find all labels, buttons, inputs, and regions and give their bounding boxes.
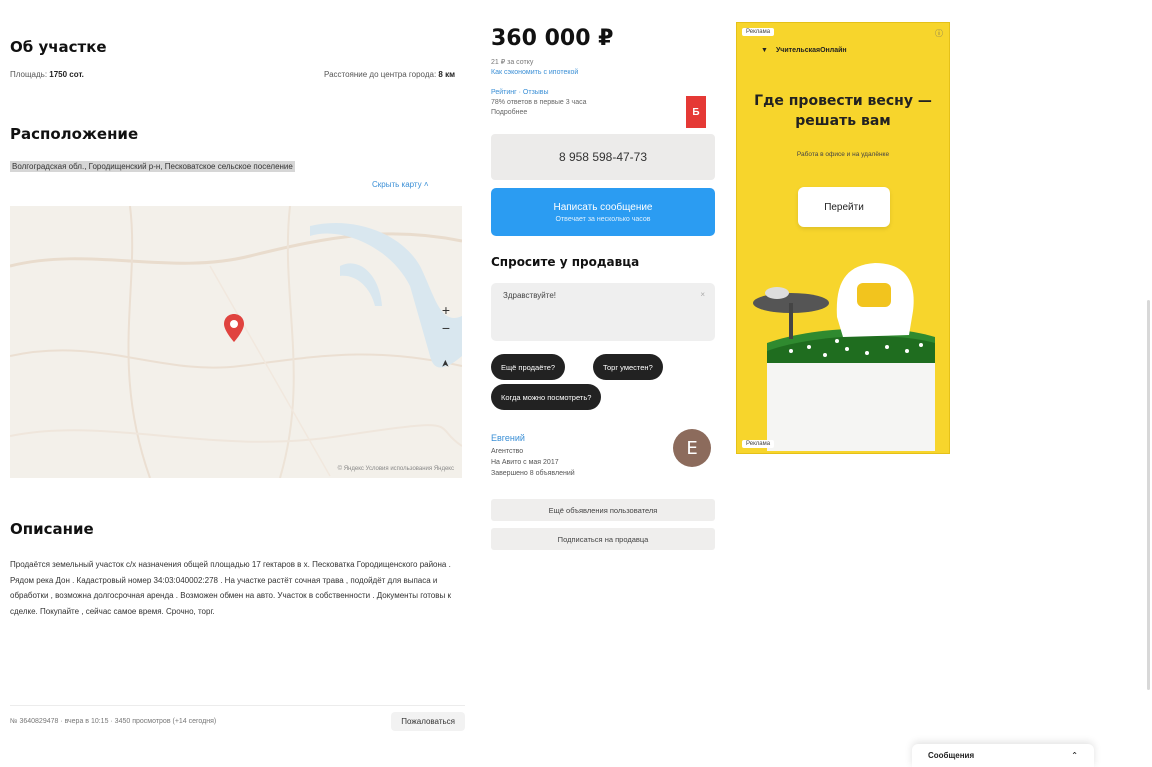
badge-icon: Б [686,96,706,128]
seller-name[interactable]: Евгений [491,433,525,443]
about-params: Площадь: 1750 сот. Расстояние до центра … [10,70,455,79]
write-message-button[interactable]: Написать сообщение Отвечает за несколько… [491,188,715,236]
distance-value: 8 км [438,70,455,79]
quick-question-still-selling[interactable]: Ещё продаёте? [491,354,566,380]
zoom-out-button[interactable]: − [442,320,450,336]
listing-meta: № 3640829478 · вчера в 10:15 · 3450 прос… [10,718,217,725]
description-text: Продаётся земельный участок с/х назначен… [10,560,451,616]
seller-since: На Авито с мая 2017 [491,459,559,466]
info-icon[interactable]: ⓘ [935,28,943,39]
about-title: Об участке [10,38,107,56]
clear-icon[interactable]: × [700,290,705,299]
listing-footer: № 3640829478 · вчера в 10:15 · 3450 прос… [10,705,465,737]
quick-question-viewing[interactable]: Когда можно посмотреть? [491,384,602,410]
rating-link[interactable]: Рейтинг · Отзывы [491,88,671,98]
response-rate: 78% ответов в первые 3 часа [491,99,587,106]
brand-logo-icon: ▼ [761,47,768,54]
chevron-up-icon: ˄ [423,180,429,189]
ad-brand-name: УчительскаяОнлайн [775,47,847,54]
phone-button[interactable]: 8 958 598-47-73 [491,134,715,180]
seller-completed: Завершено 8 объявлений [491,470,575,477]
area-value: 1750 сот. [49,70,84,79]
seller-info: Агентство На Авито с мая 2017 Завершено … [491,446,661,479]
distance-label: Расстояние до центра города: [324,70,437,79]
ad-footer-label: Реклама [742,440,775,448]
avatar[interactable]: Е [673,429,711,467]
ad-brand: ▼ УчительскаяОнлайн [761,47,847,54]
locate-me-icon[interactable]: ➤ [440,359,451,367]
map-attribution[interactable]: © Яндекс Условия использования Яндекс [338,466,454,472]
quick-question-bargain[interactable]: Торг уместен? [593,354,663,380]
response-time: Отвечает за несколько часов [555,215,651,223]
area-label: Площадь: [10,70,48,79]
distance-param: Расстояние до центра города: 8 км [324,70,455,79]
zoom-in-button[interactable]: + [442,302,450,318]
location-pin-icon[interactable] [224,314,244,342]
hide-map-label: Скрыть карту [372,180,422,189]
address-text: Волгоградская обл., Городищенский р-н, П… [10,161,295,172]
price: 360 000 ₽ [491,26,614,51]
map-roads [10,206,462,478]
ad-label: Реклама [742,28,775,36]
description-title: Описание [10,520,94,538]
write-message-label: Написать сообщение [553,201,653,213]
hide-map-link[interactable]: Скрыть карту ˄ [372,180,429,189]
price-per-unit: 21 ₽ за сотку [491,59,534,66]
messages-label: Сообщения [928,751,975,760]
other-ads-button[interactable]: Ещё объявления пользователя [491,499,715,521]
seller-type: Агентство [491,448,524,455]
details-link[interactable]: Подробнее [491,108,671,118]
seller-stats: Рейтинг · Отзывы 78% ответов в первые 3 … [491,88,671,118]
location-title: Расположение [10,125,139,143]
subscribe-button[interactable]: Подписаться на продавца [491,528,715,550]
ask-seller-text: Здравствуйте! [503,291,557,300]
ad-subtitle: Работа в офисе и на удалёнке [796,151,890,158]
messages-bar[interactable]: Сообщения ⌃ [912,744,1094,767]
area-param: Площадь: 1750 сот. [10,70,84,79]
ask-seller-input[interactable]: Здравствуйте! × [491,283,715,341]
chevron-up-icon[interactable]: ⌃ [1071,751,1078,760]
complain-button[interactable]: Пожаловаться [391,712,465,731]
address: Волгоградская обл., Городищенский р-н, П… [10,160,330,174]
ad-banner[interactable]: Реклама ⓘ ▼ УчительскаяОнлайн Где провес… [736,22,950,454]
mortgage-link[interactable]: Как сэкономить с ипотекой [491,69,578,76]
page-scrollbar[interactable] [1147,300,1150,690]
ask-seller-title: Спросите у продавца [491,255,640,269]
ad-illustration [753,263,935,451]
ad-go-button[interactable]: Перейти [798,187,890,227]
map[interactable]: + − ➤ © Яндекс Условия использования Янд… [10,206,462,478]
ad-title: Где провести весну — решать вам [754,93,932,129]
